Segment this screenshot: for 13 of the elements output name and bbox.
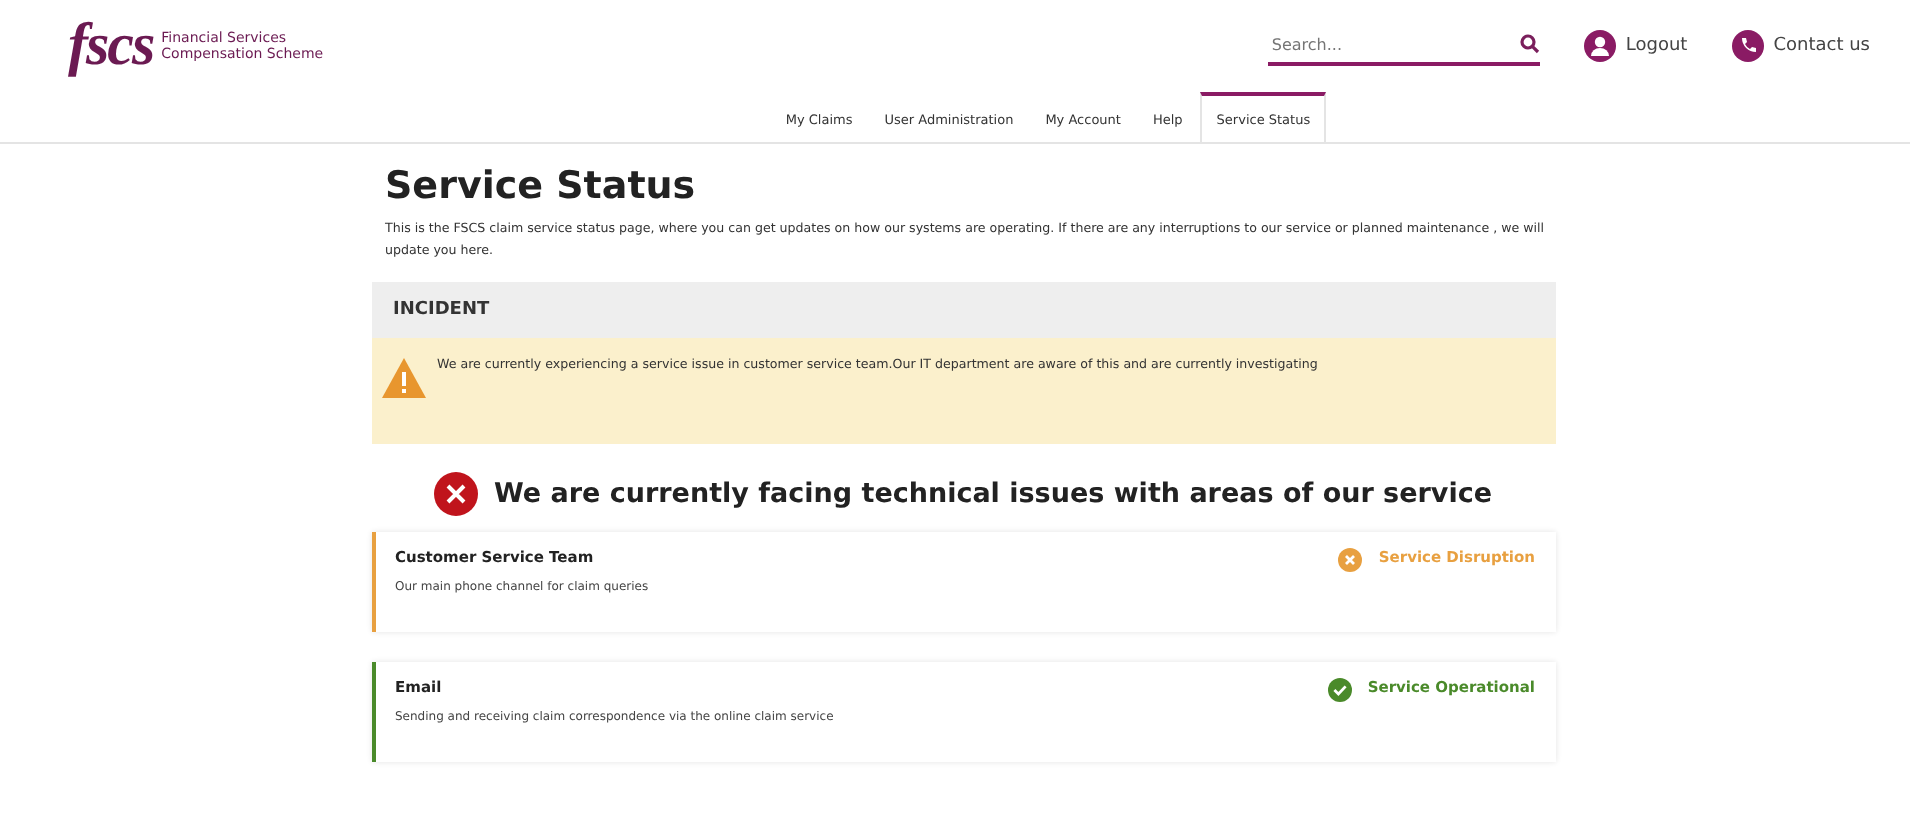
logo-mark: fscs <box>68 12 154 80</box>
search-icon <box>1519 34 1540 54</box>
check-icon <box>1327 678 1352 703</box>
warning-icon <box>379 356 427 401</box>
page-title: Service Status <box>385 164 698 208</box>
header-link[interactable]: Contact us <box>1731 30 1870 62</box>
header-link[interactable]: Logout <box>1583 30 1688 62</box>
error-icon <box>433 472 478 517</box>
incident-header: INCIDENT <box>371 282 1555 339</box>
phone-icon <box>1731 30 1764 62</box>
status-icon <box>1338 548 1363 573</box>
user-icon <box>1583 30 1616 62</box>
summary-heading: We are currently facing technical issues with areas of our service <box>493 478 1492 511</box>
